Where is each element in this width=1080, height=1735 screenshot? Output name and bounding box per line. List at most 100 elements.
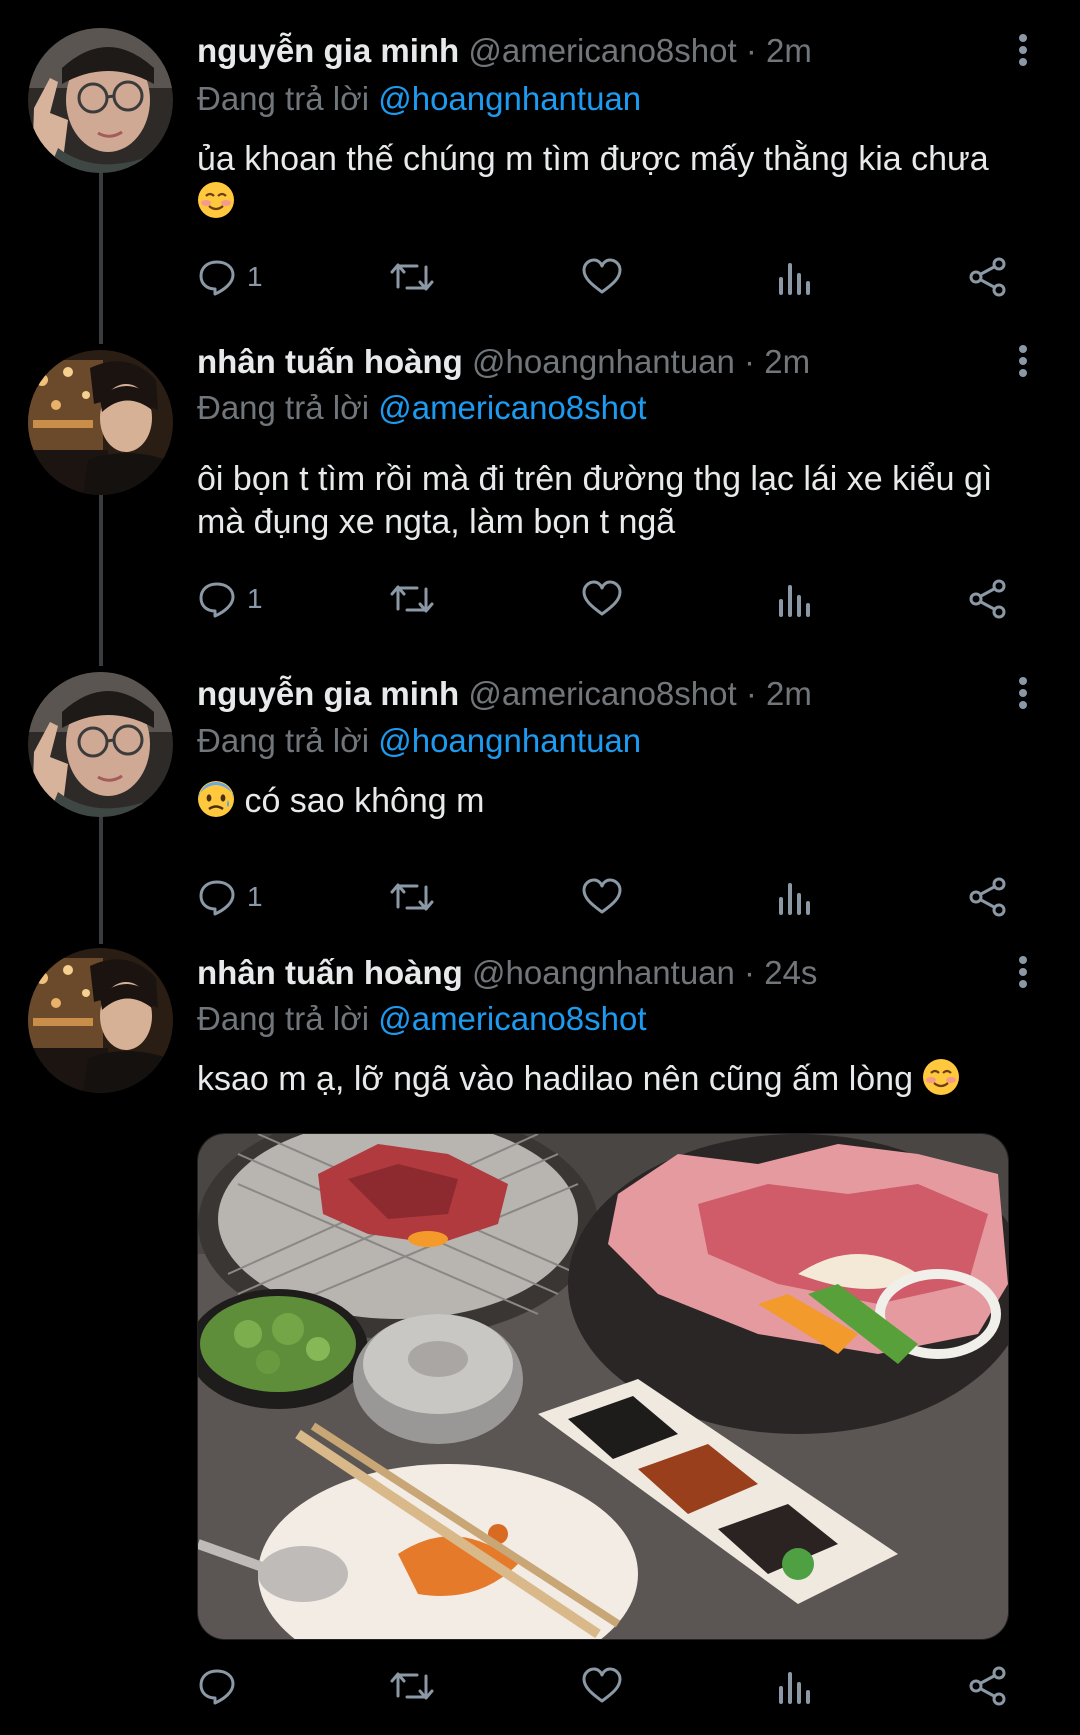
display-name[interactable]: nhân tuấn hoàng (197, 954, 463, 991)
avatar-glasses-image (28, 672, 173, 817)
display-name[interactable]: nhân tuấn hoàng (197, 343, 463, 380)
retweet-icon (390, 263, 434, 291)
reply-button[interactable]: 1 (197, 253, 263, 301)
retweet-button[interactable] (389, 253, 435, 301)
share-button[interactable] (967, 1662, 1009, 1710)
views-button[interactable] (777, 873, 813, 921)
share-icon (969, 877, 1006, 917)
reply-thread: nguyễn gia minh @americano8shot · 2m Đan… (0, 0, 1080, 1735)
anxious-face-emoji (198, 781, 234, 817)
tweet-text: ủa khoan thế chúng m tìm được mấy thằng … (197, 138, 1030, 224)
more-vertical-icon[interactable] (1018, 31, 1028, 71)
like-button[interactable] (581, 253, 623, 301)
avatar-glasses-image (28, 28, 173, 173)
display-name[interactable]: nguyễn gia minh (197, 675, 459, 712)
handle-and-time: @hoangnhantuan · 24s (471, 954, 818, 991)
handle-and-time: @americano8shot · 2m (468, 32, 812, 69)
tweet-photo[interactable] (197, 1133, 1009, 1640)
reply-mention-link[interactable]: @americano8shot (378, 389, 646, 426)
reply-icon (199, 880, 235, 916)
avatar[interactable] (28, 28, 173, 173)
retweet-icon (390, 883, 434, 911)
reply-prefix: Đang trả lời (197, 1000, 370, 1037)
tweet-actions: 1 (197, 575, 1017, 623)
analytics-icon (779, 883, 810, 915)
reply-prefix: Đang trả lời (197, 80, 370, 117)
tweet-actions: 1 (197, 873, 1017, 921)
tweet[interactable]: nhân tuấn hoàng @hoangnhantuan · 2m Đang… (0, 322, 1080, 644)
reply-prefix: Đang trả lời (197, 722, 370, 759)
share-icon (969, 579, 1006, 619)
tweet-header: nguyễn gia minh @americano8shot · 2m (197, 674, 1010, 714)
tweet-text-content: ủa khoan thế chúng m tìm được mấy thằng … (197, 140, 989, 178)
tweet-actions (197, 1662, 1017, 1710)
handle-and-time: @hoangnhantuan · 2m (471, 343, 811, 380)
reply-button[interactable]: 1 (197, 575, 263, 623)
avatar[interactable] (28, 350, 173, 495)
like-button[interactable] (581, 1662, 623, 1710)
views-button[interactable] (777, 253, 813, 301)
like-button[interactable] (581, 873, 623, 921)
reply-count: 1 (247, 583, 263, 614)
more-vertical-icon[interactable] (1018, 674, 1028, 714)
reply-mention-link[interactable]: @hoangnhantuan (378, 80, 641, 117)
tweet[interactable]: nguyễn gia minh @americano8shot · 2m Đan… (0, 0, 1080, 322)
share-icon (969, 1666, 1006, 1706)
share-button[interactable] (967, 253, 1009, 301)
retweet-button[interactable] (389, 575, 435, 623)
tweet-text: ksao m ạ, lỡ ngã vào hadilao nên cũng ấm… (197, 1058, 1030, 1101)
share-icon (969, 257, 1006, 297)
smiling-face-emoji (923, 1059, 960, 1095)
retweet-icon (390, 1672, 434, 1700)
more-vertical-icon[interactable] (1018, 342, 1028, 382)
share-button[interactable] (967, 873, 1009, 921)
heart-icon (582, 258, 622, 294)
korean-bbq-photo (198, 1134, 1008, 1639)
retweet-button[interactable] (389, 873, 435, 921)
tweet-header: nguyễn gia minh @americano8shot · 2m (197, 31, 1010, 71)
avatar-night-city-image (28, 350, 173, 495)
views-button[interactable] (777, 575, 813, 623)
tweet-actions: 1 (197, 253, 1017, 301)
display-name[interactable]: nguyễn gia minh (197, 32, 459, 69)
replying-to: Đang trả lời @hoangnhantuan (197, 79, 641, 119)
tweet[interactable]: nguyễn gia minh @americano8shot · 2m Đan… (0, 644, 1080, 922)
tweet-text-content: ôi bọn t tìm rồi mà đi trên đường thg lạ… (197, 460, 993, 541)
like-button[interactable] (581, 575, 623, 623)
reply-button[interactable] (197, 1662, 247, 1710)
avatar-night-city-image (28, 948, 173, 1093)
reply-mention-link[interactable]: @americano8shot (378, 1000, 646, 1037)
replying-to: Đang trả lời @americano8shot (197, 999, 647, 1039)
reply-icon (199, 582, 235, 618)
reply-count: 1 (247, 881, 263, 912)
analytics-icon (779, 1672, 810, 1704)
smiling-face-emoji (198, 182, 234, 218)
tweet-text: ôi bọn t tìm rồi mà đi trên đường thg lạ… (197, 458, 1030, 544)
analytics-icon (779, 585, 810, 617)
tweet-header: nhân tuấn hoàng @hoangnhantuan · 2m (197, 342, 1010, 382)
share-button[interactable] (967, 575, 1009, 623)
views-button[interactable] (777, 1662, 813, 1710)
reply-mention-link[interactable]: @hoangnhantuan (378, 722, 641, 759)
retweet-icon (390, 585, 434, 613)
tweet-text: có sao không m (197, 780, 1030, 823)
heart-icon (582, 878, 622, 914)
reply-button[interactable]: 1 (197, 873, 263, 921)
replying-to: Đang trả lời @americano8shot (197, 388, 647, 428)
avatar[interactable] (28, 672, 173, 817)
reply-icon (199, 260, 235, 296)
heart-icon (582, 1667, 622, 1703)
tweet-text-content: có sao không m (244, 782, 485, 820)
handle-and-time: @americano8shot · 2m (468, 675, 812, 712)
tweet-text-content: ksao m ạ, lỡ ngã vào hadilao nên cũng ấm… (197, 1060, 913, 1098)
replying-to: Đang trả lời @hoangnhantuan (197, 721, 641, 761)
retweet-button[interactable] (389, 1662, 435, 1710)
tweet-header: nhân tuấn hoàng @hoangnhantuan · 24s (197, 953, 1010, 993)
reply-count: 1 (247, 261, 263, 292)
reply-prefix: Đang trả lời (197, 389, 370, 426)
heart-icon (582, 580, 622, 616)
more-vertical-icon[interactable] (1018, 953, 1028, 993)
reply-icon (199, 1669, 235, 1705)
avatar[interactable] (28, 948, 173, 1093)
analytics-icon (779, 263, 810, 295)
